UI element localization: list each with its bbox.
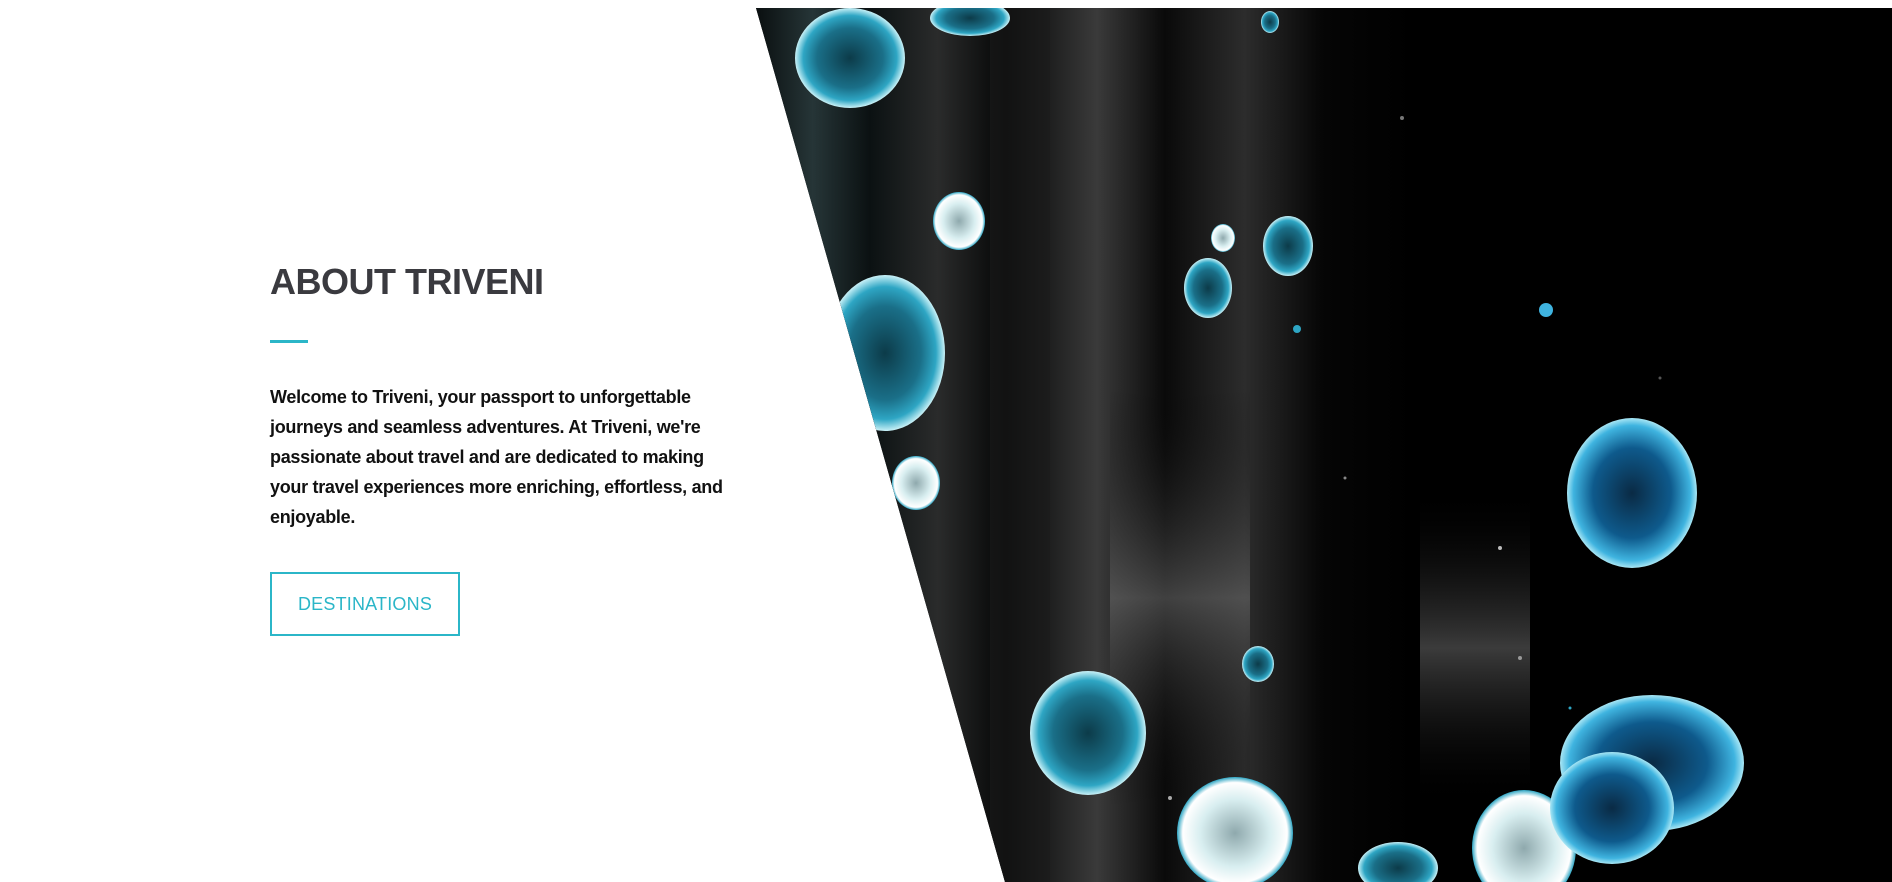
destinations-button[interactable]: DESTINATIONS	[270, 572, 460, 636]
title-divider	[270, 340, 308, 343]
about-content: ABOUT TRIVENI Welcome to Triveni, your p…	[270, 255, 750, 636]
section-title: ABOUT TRIVENI	[270, 261, 544, 302]
about-description: Welcome to Triveni, your passport to unf…	[270, 387, 723, 527]
about-section: ABOUT TRIVENI Welcome to Triveni, your p…	[0, 0, 1892, 882]
